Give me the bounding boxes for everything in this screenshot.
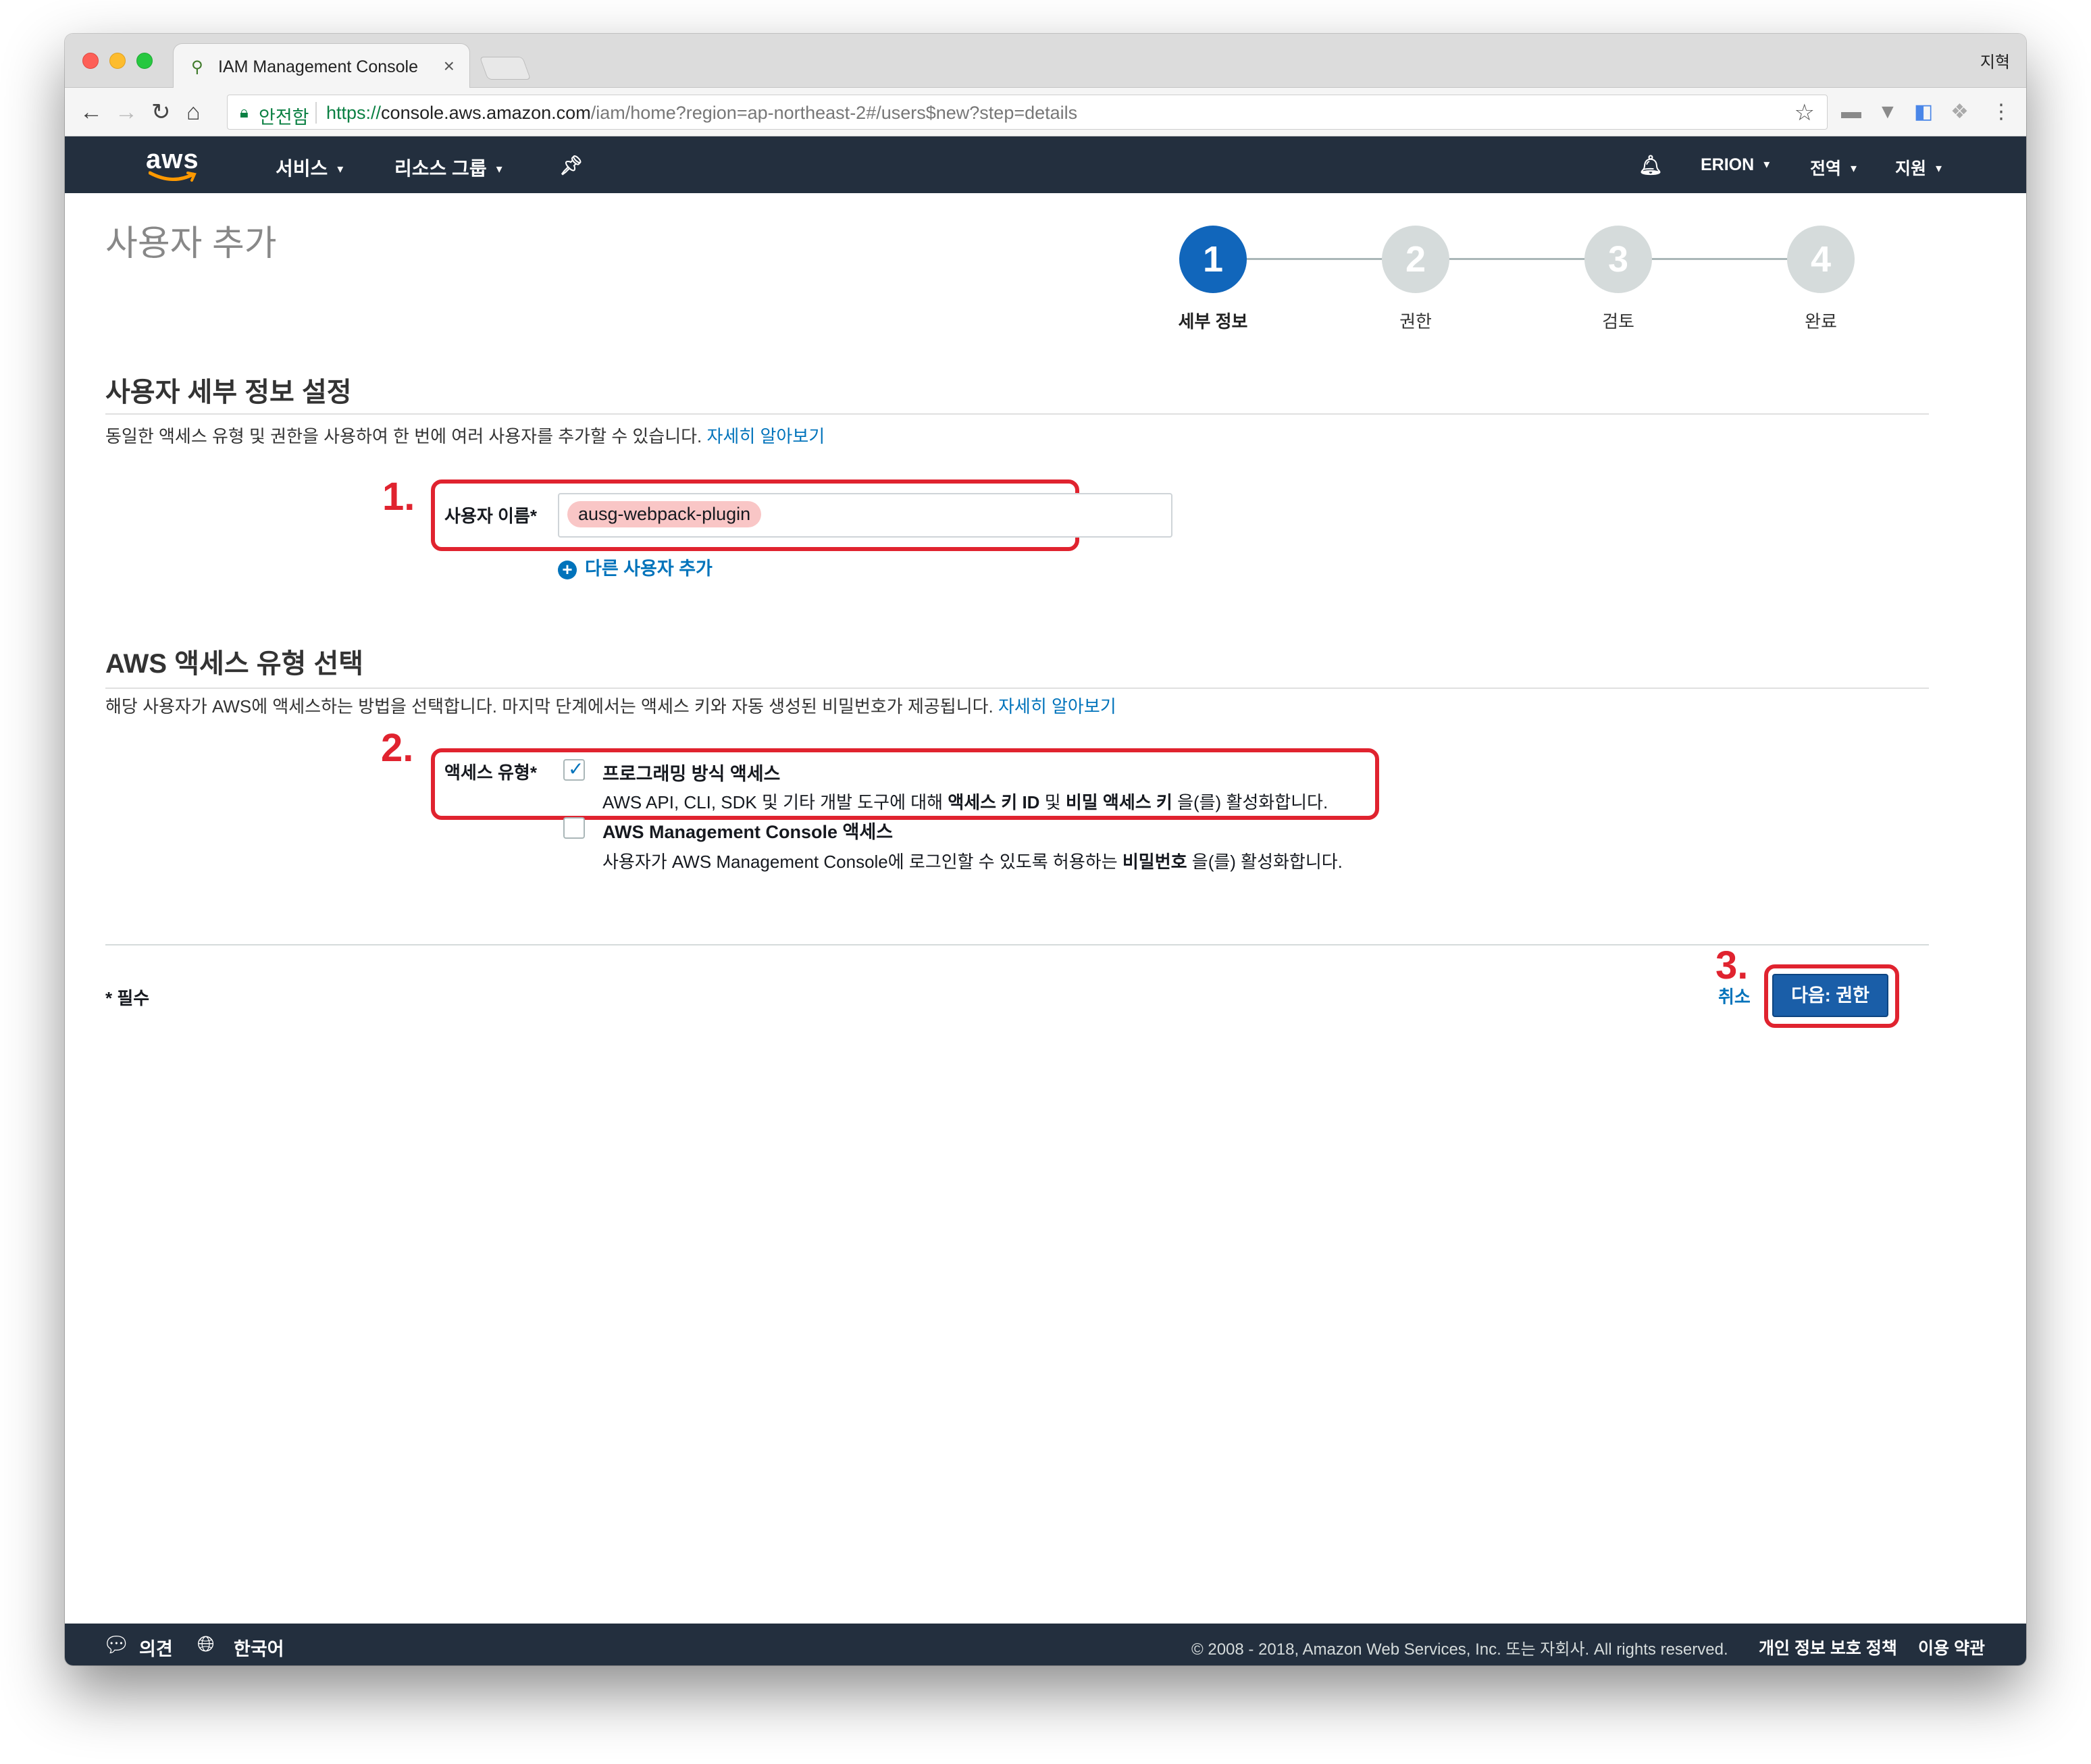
close-window-button[interactable]	[82, 53, 99, 69]
username-value: ausg-webpack-plugin	[567, 501, 762, 527]
back-arrow-icon[interactable]: ←	[80, 99, 103, 126]
url-text: https://console.aws.amazon.com/iam/home?…	[326, 103, 1078, 123]
step-2-label: 권한	[1399, 311, 1432, 332]
browser-toolbar: ← → ↻ ⌂ 🔒︎ 안전함 https://console.aws.amazo…	[65, 88, 2026, 136]
account-menu[interactable]: ERION ▾	[1701, 155, 1770, 175]
translate-extension-icon[interactable]: ◧	[1914, 100, 1933, 124]
aws-smile-icon	[149, 171, 197, 182]
programmatic-access-title: 프로그래밍 방식 액세스	[602, 764, 781, 784]
chevron-down-icon: ▾	[337, 162, 344, 176]
reload-icon[interactable]: ↻	[151, 99, 171, 126]
support-menu[interactable]: 지원 ▾	[1895, 155, 1942, 180]
forward-arrow-icon[interactable]: →	[115, 99, 138, 126]
bookmark-star-icon[interactable]: ☆	[1795, 99, 1815, 126]
secure-label: 안전함	[259, 107, 309, 128]
minimize-window-button[interactable]	[109, 53, 126, 69]
tab-title: IAM Management Console	[218, 57, 418, 76]
aws-logo[interactable]: aws	[146, 145, 203, 185]
annotation-2: 2.	[381, 726, 414, 770]
omnibox-divider	[315, 102, 317, 124]
cancel-button[interactable]: 취소	[1718, 983, 1751, 1008]
footer-divider	[105, 944, 1929, 945]
annotation-3: 3.	[1715, 943, 1749, 987]
console-access-title: AWS Management Console 액세스	[602, 822, 894, 842]
services-menu[interactable]: 서비스 ▾	[276, 154, 343, 181]
step-1-label: 세부 정보	[1178, 311, 1248, 332]
dropbox-extension-icon[interactable]: ❖	[1951, 100, 1969, 124]
browser-tab[interactable]: ⚲ IAM Management Console ×	[173, 43, 470, 88]
chevron-down-icon: ▾	[1936, 161, 1942, 175]
aws-console-header: aws 서비스 ▾ 리소스 그룹 ▾ 📌︎ 🔔︎ ERION ▾ 전역 ▾ 지원 ▾	[65, 136, 2026, 193]
cast-extension-icon[interactable]: ▬	[1841, 100, 1861, 124]
lock-icon: 🔒︎	[240, 103, 249, 122]
user-details-heading: 사용자 세부 정보 설정	[105, 378, 352, 407]
programmatic-access-description: AWS API, CLI, SDK 및 기타 개발 도구에 대해 액세스 키 I…	[602, 792, 1328, 812]
programmatic-access-checkbox[interactable]: ✓	[563, 758, 585, 781]
copyright-text: © 2008 - 2018, Amazon Web Services, Inc.…	[1191, 1640, 1728, 1659]
resource-groups-menu[interactable]: 리소스 그룹 ▾	[394, 154, 502, 181]
speech-bubble-icon: 💬︎	[103, 1632, 130, 1657]
notification-bell-icon[interactable]: 🔔︎	[1638, 154, 1663, 176]
step-3-label: 검토	[1602, 311, 1634, 332]
maximize-window-button[interactable]	[136, 53, 153, 69]
browser-tab-bar: ⚲ IAM Management Console × 지혁	[65, 34, 2026, 88]
profile-name[interactable]: 지혁	[1980, 49, 2010, 72]
console-footer: 💬︎ 의견 🌐︎ 한국어 © 2008 - 2018, Amazon Web S…	[65, 1624, 2026, 1665]
feedback-link[interactable]: 의견	[139, 1634, 173, 1661]
address-bar[interactable]: 🔒︎ 안전함 https://console.aws.amazon.com/ia…	[227, 95, 1828, 130]
console-access-checkbox[interactable]	[563, 817, 585, 839]
access-type-label: 액세스 유형*	[444, 762, 537, 783]
key-favicon-icon: ⚲	[191, 58, 203, 76]
access-type-heading: AWS 액세스 유형 선택	[105, 649, 364, 679]
step-1-circle: 1	[1179, 226, 1247, 293]
section-divider	[105, 413, 1929, 415]
learn-more-link[interactable]: 자세히 알아보기	[707, 426, 825, 446]
step-4-label: 완료	[1805, 311, 1837, 332]
checkmark-icon: ✓	[568, 758, 584, 779]
language-selector[interactable]: 한국어	[234, 1634, 284, 1661]
step-2-circle: 2	[1382, 226, 1449, 293]
vue-extension-icon[interactable]: ▼	[1878, 100, 1898, 124]
privacy-policy-link[interactable]: 개인 정보 보호 정책	[1759, 1635, 1897, 1659]
page-title: 사용자 추가	[105, 224, 277, 263]
new-tab-button[interactable]	[479, 57, 532, 80]
next-permissions-button[interactable]: 다음: 권한	[1772, 974, 1888, 1017]
add-another-user-link[interactable]: + 다른 사용자 추가	[558, 554, 713, 580]
step-4-circle: 4	[1787, 226, 1855, 293]
annotation-1: 1.	[382, 475, 415, 519]
pin-icon[interactable]: 📌︎	[559, 154, 584, 176]
menu-kebab-icon[interactable]: ⋮	[1991, 100, 2011, 124]
username-input[interactable]: ausg-webpack-plugin	[558, 493, 1172, 538]
step-3-circle: 3	[1584, 226, 1652, 293]
home-icon[interactable]: ⌂	[186, 99, 201, 126]
globe-icon: 🌐︎	[197, 1632, 215, 1656]
learn-more-link[interactable]: 자세히 알아보기	[998, 696, 1116, 717]
plus-circle-icon: +	[558, 561, 577, 579]
chevron-down-icon: ▾	[1763, 157, 1770, 171]
close-tab-icon[interactable]: ×	[444, 55, 455, 77]
user-details-description: 동일한 액세스 유형 및 권한을 사용하여 한 번에 여러 사용자를 추가할 수…	[105, 426, 825, 446]
section-divider	[105, 688, 1929, 689]
username-label: 사용자 이름*	[444, 506, 537, 526]
chevron-down-icon: ▾	[1851, 161, 1857, 175]
chevron-down-icon: ▾	[496, 162, 502, 176]
region-menu[interactable]: 전역 ▾	[1810, 155, 1857, 180]
required-note: * 필수	[105, 988, 150, 1008]
console-access-description: 사용자가 AWS Management Console에 로그인할 수 있도록 …	[602, 852, 1343, 872]
access-type-description: 해당 사용자가 AWS에 액세스하는 방법을 선택합니다. 마지막 단계에서는 …	[105, 696, 1116, 717]
browser-window: ⚲ IAM Management Console × 지혁 ← → ↻ ⌂ 🔒︎…	[65, 34, 2026, 1665]
terms-link[interactable]: 이용 약관	[1918, 1635, 1985, 1659]
